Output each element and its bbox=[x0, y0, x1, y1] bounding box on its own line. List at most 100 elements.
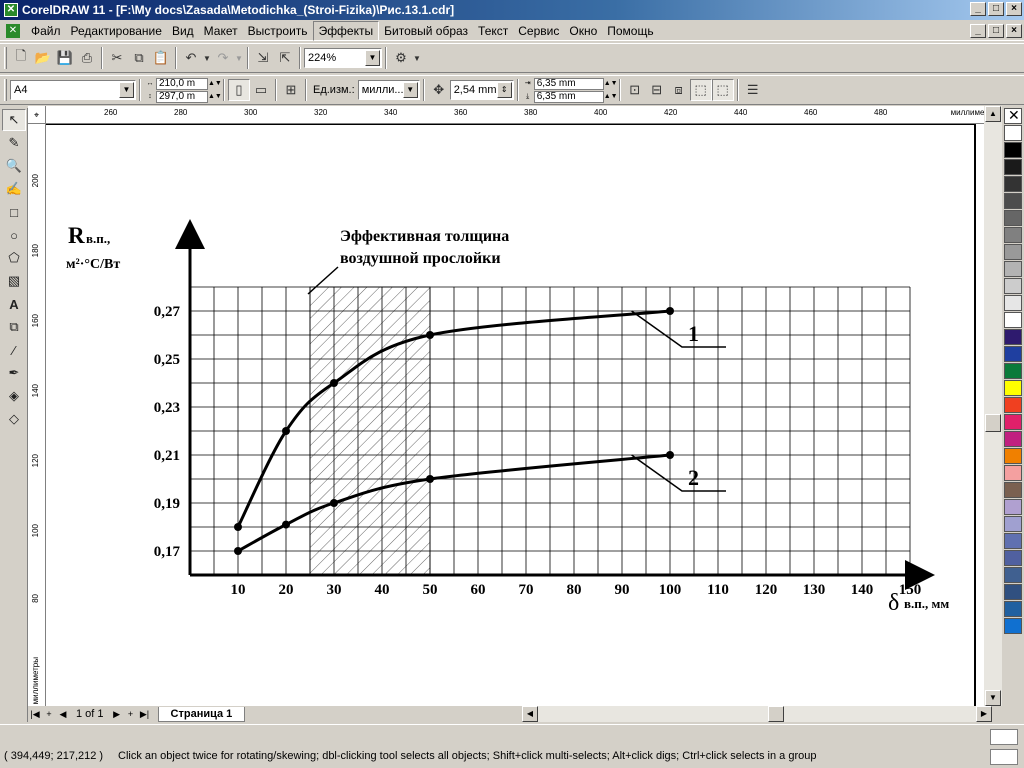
color-swatch[interactable] bbox=[1004, 601, 1022, 617]
color-swatch[interactable] bbox=[1004, 397, 1022, 413]
color-swatch[interactable] bbox=[1004, 584, 1022, 600]
text-tool-icon[interactable]: A bbox=[2, 293, 26, 315]
paper-type-select[interactable]: A4 ▼ bbox=[10, 80, 136, 100]
dup-y-spinner[interactable]: ▲▼ bbox=[604, 91, 618, 103]
color-swatch[interactable] bbox=[1004, 516, 1022, 532]
menu-arrange[interactable]: Выстроить bbox=[243, 22, 313, 40]
horizontal-ruler[interactable]: 260 280 300 320 340 360 380 400 420 440 460 480 милл… bbox=[46, 106, 1000, 124]
vertical-scroll-thumb[interactable] bbox=[985, 414, 1001, 432]
outline-indicator[interactable] bbox=[990, 749, 1018, 765]
last-page-icon[interactable]: ▶| bbox=[138, 707, 152, 721]
page-tab[interactable]: Страница 1 bbox=[157, 706, 246, 722]
fill-indicator[interactable] bbox=[990, 729, 1018, 745]
color-swatch[interactable] bbox=[1004, 414, 1022, 430]
freehand-tool-icon[interactable]: ✍ bbox=[2, 178, 26, 200]
dup-x-spinner[interactable]: ▲▼ bbox=[604, 78, 618, 90]
color-swatch[interactable] bbox=[1004, 295, 1022, 311]
chevron-down-icon[interactable]: ▼ bbox=[402, 82, 418, 98]
doc-minimize-button[interactable]: _ bbox=[970, 24, 986, 38]
doc-restore-button[interactable]: □ bbox=[988, 24, 1004, 38]
color-swatch[interactable] bbox=[1004, 465, 1022, 481]
align-guides-icon[interactable]: ⊟ bbox=[646, 79, 668, 101]
menu-layout[interactable]: Макет bbox=[199, 22, 243, 40]
spiral-tool-icon[interactable]: ▧ bbox=[2, 270, 26, 292]
page-height-input[interactable]: 297,0 m bbox=[156, 90, 208, 103]
color-swatch[interactable] bbox=[1004, 312, 1022, 328]
color-swatch[interactable] bbox=[1004, 278, 1022, 294]
application-launcher-icon[interactable]: ⚙ bbox=[390, 47, 412, 69]
document-icon[interactable]: ✕ bbox=[6, 23, 20, 38]
shape-tool-icon[interactable]: ✎ bbox=[2, 132, 26, 154]
outline-tool-icon[interactable]: ✒ bbox=[2, 362, 26, 384]
save-icon[interactable]: 💾 bbox=[54, 47, 76, 69]
open-icon[interactable]: 📂 bbox=[32, 47, 54, 69]
vertical-ruler[interactable]: 200 180 160 140 120 100 80 миллиметры bbox=[28, 124, 46, 706]
horizontal-scrollbar[interactable]: ◀ ▶ bbox=[522, 706, 992, 722]
next-page-icon[interactable]: ▶ bbox=[110, 707, 124, 721]
color-swatch[interactable] bbox=[1004, 380, 1022, 396]
color-swatch[interactable] bbox=[1004, 142, 1022, 158]
color-swatch[interactable] bbox=[1004, 176, 1022, 192]
scroll-left-icon[interactable]: ◀ bbox=[522, 706, 538, 722]
print-icon[interactable]: ⎙ bbox=[76, 47, 98, 69]
color-swatch[interactable] bbox=[1004, 346, 1022, 362]
add-page-before-icon[interactable]: + bbox=[42, 707, 56, 721]
chevron-down-icon[interactable]: ▼ bbox=[365, 50, 380, 66]
maximize-button[interactable]: □ bbox=[988, 2, 1004, 16]
undo-dropdown-icon[interactable]: ▼ bbox=[202, 47, 212, 69]
first-page-icon[interactable]: |◀ bbox=[28, 707, 42, 721]
close-button[interactable]: × bbox=[1006, 2, 1022, 16]
eyedropper-tool-icon[interactable]: ⁄ bbox=[2, 339, 26, 361]
treat-as-filled-icon[interactable]: ⬚ bbox=[689, 79, 712, 101]
toolbar-grip[interactable] bbox=[4, 79, 7, 101]
zoom-tool-icon[interactable]: 🔍 bbox=[2, 155, 26, 177]
redo-icon[interactable]: ↷ bbox=[212, 47, 234, 69]
portrait-icon[interactable]: ▯ bbox=[228, 79, 250, 101]
prev-page-icon[interactable]: ◀ bbox=[56, 707, 70, 721]
color-swatch[interactable] bbox=[1004, 550, 1022, 566]
scroll-right-icon[interactable]: ▶ bbox=[976, 706, 992, 722]
color-swatch[interactable] bbox=[1004, 227, 1022, 243]
zoom-combo[interactable]: 224% ▼ bbox=[304, 48, 382, 68]
menu-tools[interactable]: Сервис bbox=[513, 22, 564, 40]
draw-selection-icon[interactable]: ⬚ bbox=[711, 79, 734, 101]
align-grid-icon[interactable]: ⊡ bbox=[624, 79, 646, 101]
color-swatch[interactable] bbox=[1004, 125, 1022, 141]
interactive-fill-tool-icon[interactable]: ◇ bbox=[2, 408, 26, 430]
color-swatch[interactable] bbox=[1004, 159, 1022, 175]
color-swatch[interactable] bbox=[1004, 499, 1022, 515]
toolbar-grip[interactable] bbox=[4, 47, 7, 69]
launcher-dropdown-icon[interactable]: ▼ bbox=[412, 47, 422, 69]
chevron-down-icon[interactable]: ▼ bbox=[119, 82, 134, 98]
align-objects-icon[interactable]: ⧈ bbox=[668, 79, 690, 101]
page-width-input[interactable]: 210,0 m bbox=[156, 77, 208, 90]
rectangle-tool-icon[interactable]: □ bbox=[2, 201, 26, 223]
polygon-tool-icon[interactable]: ⬠ bbox=[2, 247, 26, 269]
scroll-up-icon[interactable]: ▲ bbox=[985, 106, 1001, 122]
pick-tool-icon[interactable]: ↖ bbox=[2, 109, 26, 131]
dup-y-input[interactable]: 6,35 mm bbox=[533, 90, 604, 103]
drawing-canvas[interactable]: 10 20 30 40 50 60 70 80 90 100 110 120 130 140 150 0,17… bbox=[46, 124, 984, 706]
color-swatch[interactable] bbox=[1004, 210, 1022, 226]
height-spinner[interactable]: ▲▼ bbox=[208, 91, 222, 103]
fill-tool-icon[interactable]: ◈ bbox=[2, 385, 26, 407]
color-swatch[interactable] bbox=[1004, 431, 1022, 447]
undo-icon[interactable]: ↶ bbox=[180, 47, 202, 69]
color-swatch[interactable] bbox=[1004, 363, 1022, 379]
export-icon[interactable]: ⇱ bbox=[274, 47, 296, 69]
color-swatch[interactable] bbox=[1004, 193, 1022, 209]
color-swatch[interactable] bbox=[1004, 618, 1022, 634]
menu-view[interactable]: Вид bbox=[167, 22, 199, 40]
menu-text[interactable]: Текст bbox=[473, 22, 513, 40]
color-swatch[interactable] bbox=[1004, 567, 1022, 583]
color-swatch[interactable] bbox=[1004, 482, 1022, 498]
new-icon[interactable]: 🗋 bbox=[10, 47, 32, 69]
import-icon[interactable]: ⇲ bbox=[252, 47, 274, 69]
menu-effects[interactable]: Эффекты bbox=[312, 20, 380, 41]
units-select[interactable]: милли... ▼ bbox=[357, 80, 420, 100]
paste-icon[interactable]: 📋 bbox=[150, 47, 172, 69]
scroll-down-icon[interactable]: ▼ bbox=[985, 690, 1001, 706]
cut-icon[interactable]: ✂ bbox=[106, 47, 128, 69]
color-swatch[interactable] bbox=[1004, 261, 1022, 277]
horizontal-scroll-thumb[interactable] bbox=[768, 706, 784, 722]
